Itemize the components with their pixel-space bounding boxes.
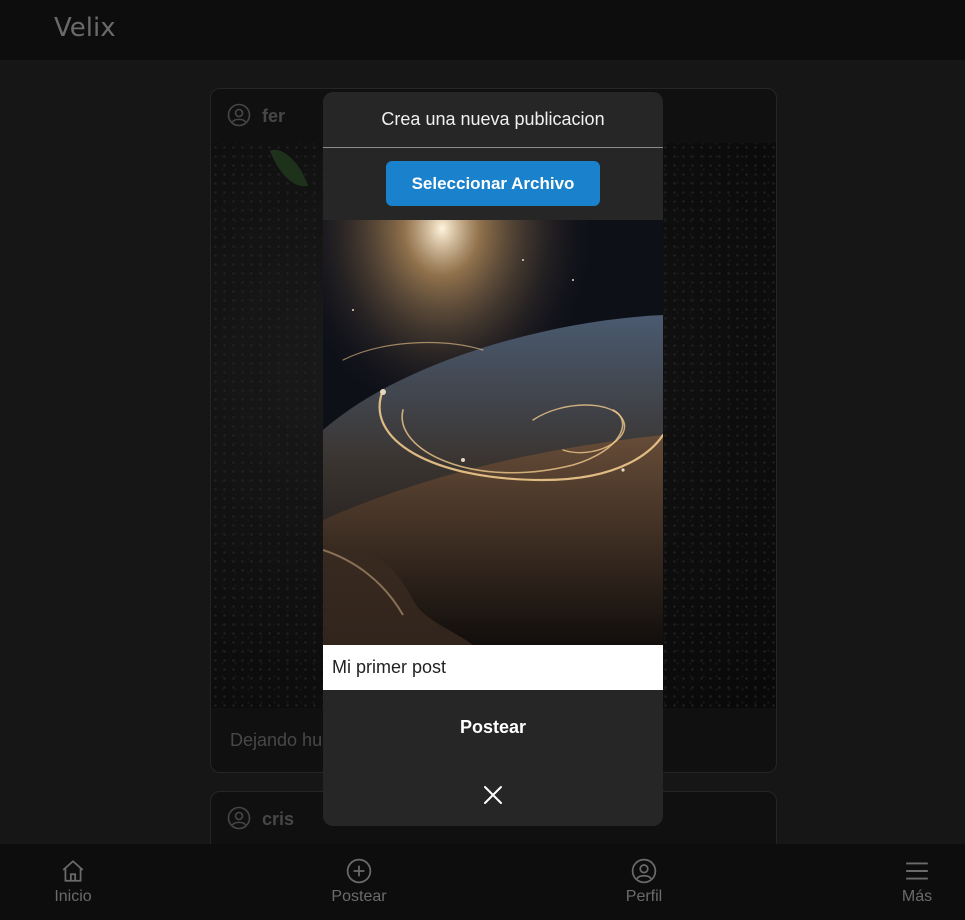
- caption-input[interactable]: [323, 645, 663, 690]
- modal-title: Crea una nueva publicacion: [381, 109, 605, 129]
- nav-item-postear[interactable]: Postear: [328, 858, 390, 906]
- nav-item-perfil[interactable]: Perfil: [618, 858, 670, 906]
- bottom-nav: Inicio Postear Perfil Más: [0, 844, 965, 920]
- nav-label: Inicio: [54, 888, 92, 905]
- app-logo[interactable]: Velix: [54, 13, 116, 43]
- new-post-modal: Crea una nueva publicacion Seleccionar A…: [323, 92, 663, 826]
- post-button[interactable]: Postear: [323, 702, 663, 752]
- nav-label: Perfil: [625, 888, 663, 905]
- select-file-button[interactable]: Seleccionar Archivo: [386, 161, 600, 206]
- nav-item-inicio[interactable]: Inicio: [44, 858, 102, 906]
- nav-item-mas[interactable]: Más: [896, 858, 938, 906]
- divider: [323, 147, 663, 148]
- nav-label: Postear: [331, 888, 387, 905]
- user-circle-icon: [631, 858, 657, 884]
- home-icon: [62, 860, 84, 882]
- close-button[interactable]: [478, 780, 508, 810]
- nav-label: Más: [901, 888, 933, 905]
- top-bar: Velix: [0, 0, 965, 60]
- image-preview: [323, 220, 663, 645]
- close-icon: [484, 786, 502, 804]
- space-image: [323, 220, 663, 645]
- plus-circle-icon: [346, 858, 372, 884]
- menu-icon: [906, 862, 928, 880]
